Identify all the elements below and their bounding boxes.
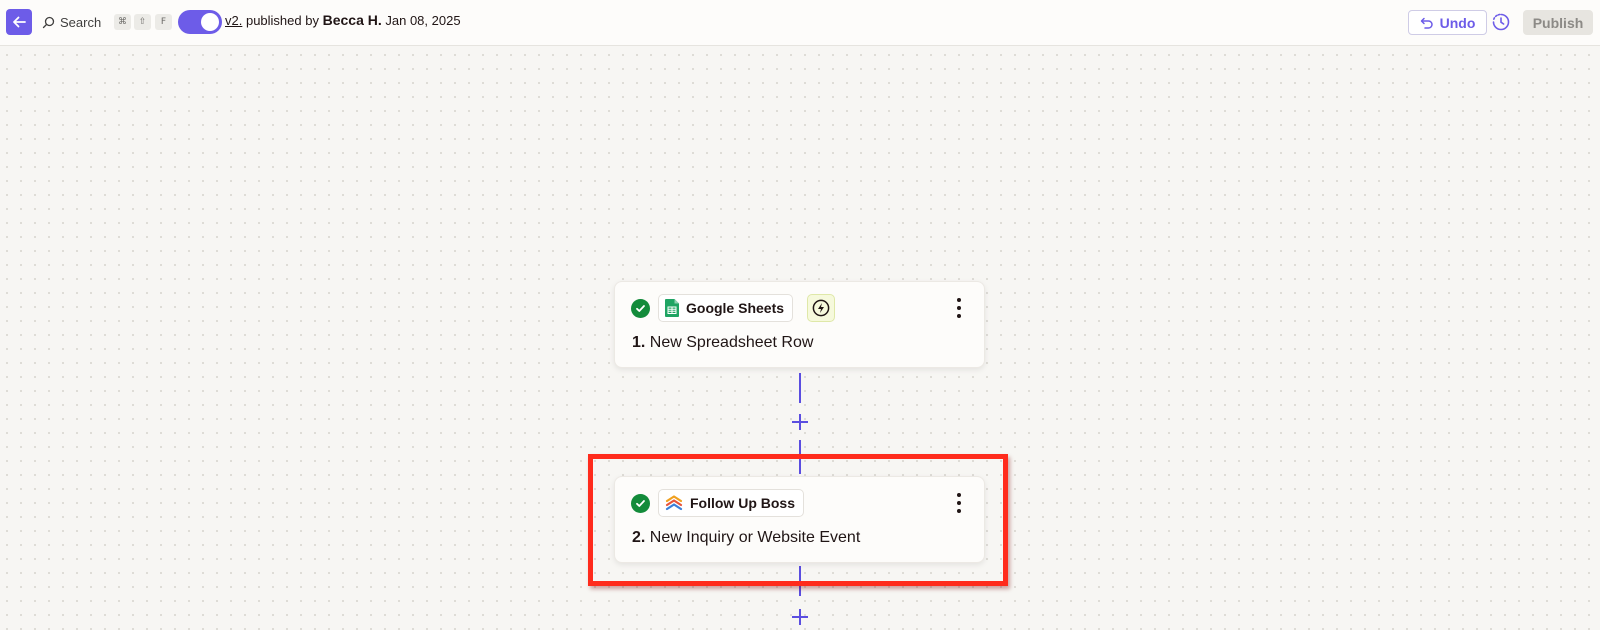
- toggle-knob: [201, 13, 219, 31]
- author-name: Becca H.: [322, 12, 382, 28]
- search-label: Search: [60, 14, 102, 30]
- google-sheets-icon: [665, 299, 679, 317]
- shortcut-key-shift: ⇧: [134, 14, 151, 30]
- highlight-box: [588, 454, 1008, 586]
- app-chip[interactable]: Google Sheets: [658, 294, 794, 322]
- publish-button[interactable]: Publish: [1523, 10, 1593, 35]
- add-step-button[interactable]: [791, 608, 809, 626]
- more-vertical-icon[interactable]: [956, 298, 962, 318]
- top-bar: Search ⌘ ⇧ F v2. published by Becca H. J…: [0, 0, 1600, 46]
- step-event: New Spreadsheet Row: [649, 334, 814, 351]
- back-button[interactable]: [6, 9, 32, 35]
- published-by-label: published by: [245, 13, 319, 28]
- step-number: 1.: [632, 334, 646, 351]
- undo-icon: [1420, 17, 1433, 29]
- lightning-icon: [812, 299, 830, 317]
- publish-label: Publish: [1532, 14, 1584, 31]
- check-circle-icon: [631, 299, 650, 318]
- publish-date: Jan 08, 2025: [385, 13, 461, 28]
- trigger-badge: [807, 294, 835, 322]
- history-button[interactable]: [1490, 11, 1512, 33]
- add-step-button[interactable]: [791, 413, 809, 431]
- zap-on-toggle[interactable]: [178, 10, 222, 34]
- search-icon: [42, 16, 55, 28]
- version-link[interactable]: v2.: [225, 13, 242, 28]
- arrow-left-icon: [13, 16, 26, 28]
- app-name: Google Sheets: [686, 300, 785, 316]
- shortcut-key-cmd: ⌘: [114, 14, 131, 30]
- history-icon: [1492, 13, 1510, 31]
- step-card-1[interactable]: Google Sheets 1. New Spreadsheet Row: [614, 281, 985, 368]
- undo-button[interactable]: Undo: [1408, 10, 1487, 35]
- undo-label: Undo: [1439, 14, 1476, 31]
- connector-line: [799, 373, 801, 403]
- step-title: 1. New Spreadsheet Row: [632, 334, 813, 352]
- shortcut-key-f: F: [155, 14, 172, 30]
- search-button[interactable]: Search: [42, 13, 101, 31]
- version-info: v2. published by Becca H. Jan 08, 2025: [225, 12, 461, 28]
